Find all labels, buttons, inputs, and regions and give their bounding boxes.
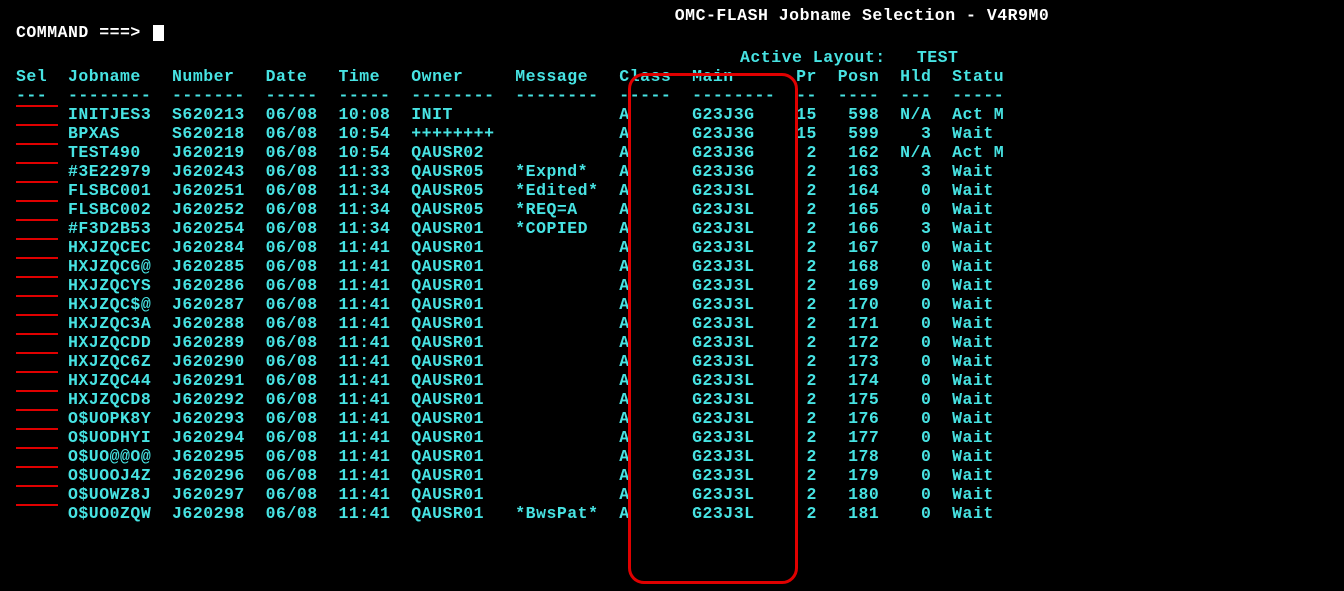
sel-input[interactable] (16, 295, 58, 297)
sel-input[interactable] (16, 143, 58, 145)
sel-input[interactable] (16, 181, 58, 183)
sel-input[interactable] (16, 371, 58, 373)
sel-input[interactable] (16, 219, 58, 221)
sel-input[interactable] (16, 447, 58, 449)
sel-input[interactable] (16, 466, 58, 468)
sel-input[interactable] (16, 314, 58, 316)
sel-input[interactable] (16, 200, 58, 202)
job-table: Sel Jobname Number Date Time Owner Messa… (16, 67, 1344, 523)
sel-input[interactable] (16, 124, 58, 126)
sel-input[interactable] (16, 333, 58, 335)
sel-input[interactable] (16, 162, 58, 164)
active-layout-label: Active Layout: (740, 48, 886, 67)
sel-input[interactable] (16, 504, 58, 506)
command-line[interactable]: COMMAND ===> (0, 23, 1344, 42)
active-layout-value: TEST (917, 48, 959, 67)
cursor-icon (153, 25, 164, 41)
command-label: COMMAND ===> (16, 23, 141, 42)
active-layout: Active Layout: TEST (0, 48, 1344, 67)
sel-input[interactable] (16, 485, 58, 487)
sel-input[interactable] (16, 238, 58, 240)
sel-input[interactable] (16, 276, 58, 278)
sel-input[interactable] (16, 390, 58, 392)
sel-input[interactable] (16, 105, 58, 107)
sel-input[interactable] (16, 428, 58, 430)
sel-input[interactable] (16, 409, 58, 411)
sel-input[interactable] (16, 352, 58, 354)
sel-input[interactable] (16, 257, 58, 259)
